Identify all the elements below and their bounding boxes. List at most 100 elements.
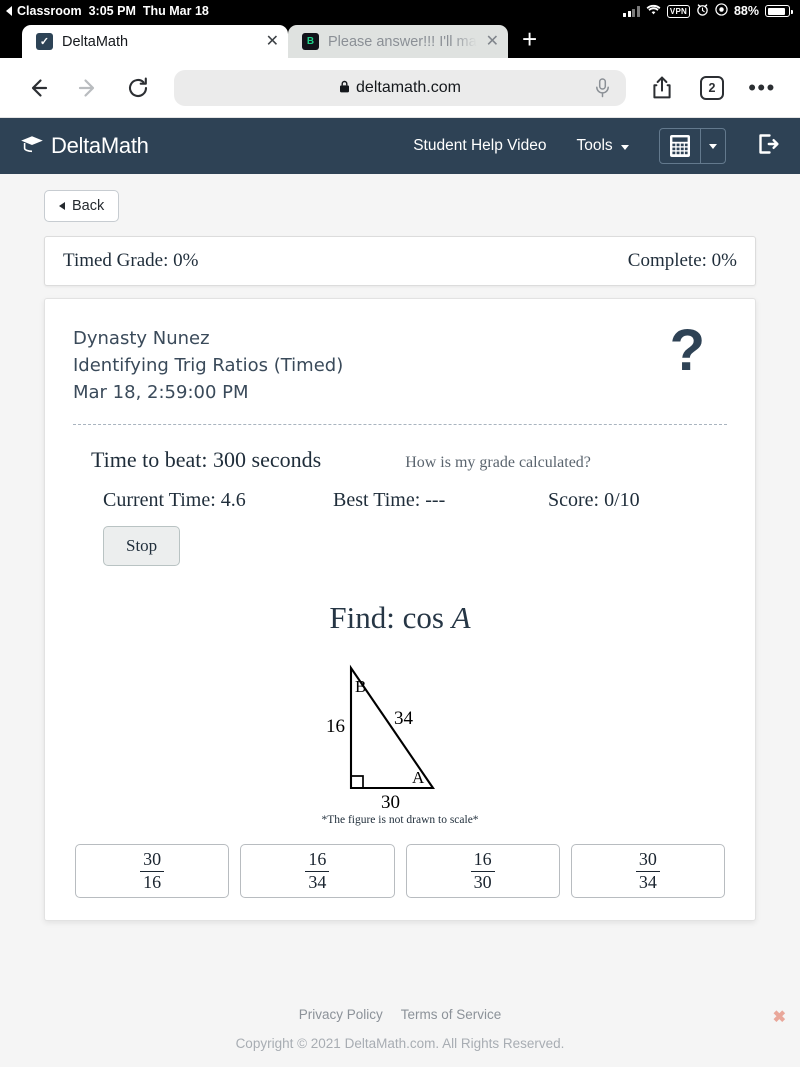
cellular-signal-icon <box>623 5 640 17</box>
answer-choice[interactable]: 16 34 <box>240 844 395 898</box>
svg-text:16: 16 <box>326 716 345 737</box>
scale-note: *The figure is not drawn to scale* <box>321 814 479 826</box>
triangle-figure: B A 16 34 30 <box>73 660 727 810</box>
new-tab-button[interactable]: + <box>508 26 551 54</box>
svg-text:30: 30 <box>381 792 400 810</box>
tab-deltamath[interactable]: ✓ DeltaMath ✕ <box>22 25 288 58</box>
chevron-down-icon <box>621 145 629 150</box>
tools-menu[interactable]: Tools <box>576 137 629 155</box>
prompt-variable: A <box>451 600 471 635</box>
url-text-group: deltamath.com <box>339 79 461 97</box>
content-container: Back Timed Grade: 0% Complete: 0% Dynast… <box>0 174 800 921</box>
alarm-icon <box>696 3 709 19</box>
more-dots: ••• <box>748 74 776 100</box>
tab-count-label: 2 <box>700 75 724 100</box>
deltamath-navbar: DeltaMath Student Help Video Tools <box>0 118 800 174</box>
answer-choice[interactable]: 30 34 <box>570 844 725 898</box>
battery-icon <box>765 5 793 17</box>
fraction-denominator: 30 <box>470 870 495 893</box>
timed-grade-label: Timed Grade: 0% <box>63 250 199 271</box>
browser-toolbar: deltamath.com 2 ••• <box>0 58 800 118</box>
logout-icon[interactable] <box>756 132 780 161</box>
status-bar-time: 3:05 PM <box>88 4 136 18</box>
time-to-beat-label: Time to beat: 300 seconds <box>91 447 322 472</box>
grade-summary-bar: Timed Grade: 0% Complete: 0% <box>44 236 756 286</box>
time-to-beat-row: Time to beat: 300 seconds How is my grad… <box>73 425 727 473</box>
fraction-numerator: 30 <box>143 849 162 870</box>
reload-icon[interactable] <box>118 68 158 108</box>
page-footer: Privacy Policy Terms of Service Copyrigh… <box>0 1007 800 1067</box>
fraction-numerator: 30 <box>638 849 657 870</box>
tab-close-icon[interactable]: ✕ <box>266 33 279 50</box>
assignment-meta: Dynasty Nunez Identifying Trig Ratios (T… <box>73 325 343 406</box>
chevron-left-icon <box>59 202 65 210</box>
answer-choice[interactable]: 30 16 <box>75 844 230 898</box>
battery-percent: 88% <box>733 4 759 18</box>
svg-text:A: A <box>412 768 425 787</box>
card-header: Dynasty Nunez Identifying Trig Ratios (T… <box>73 321 727 406</box>
svg-text:B: B <box>355 677 366 696</box>
calculator-button-group[interactable] <box>659 128 726 164</box>
ios-status-bar: Classroom 3:05 PM Thu Mar 18 VPN 88% <box>0 0 800 22</box>
browser-tab-strip: ✓ DeltaMath ✕ B Please answer!!! I'll ma… <box>0 22 800 58</box>
fraction-denominator: 34 <box>635 870 660 893</box>
problem-card: Dynasty Nunez Identifying Trig Ratios (T… <box>44 298 756 921</box>
vpn-badge: VPN <box>666 4 690 18</box>
student-help-video-link[interactable]: Student Help Video <box>413 137 546 155</box>
url-host: deltamath.com <box>356 78 461 96</box>
terms-of-service-link[interactable]: Terms of Service <box>401 1007 502 1022</box>
timer-stats: Time to beat: 300 seconds How is my grad… <box>73 425 727 566</box>
fraction-numerator: 16 <box>308 849 327 870</box>
times-row: Current Time: 4.6 Best Time: --- Score: … <box>73 473 727 512</box>
graduation-cap-icon <box>20 133 44 159</box>
brainly-favicon-icon: B <box>302 33 319 50</box>
fraction-numerator: 16 <box>473 849 492 870</box>
tab-close-icon[interactable]: ✕ <box>486 33 499 50</box>
privacy-policy-link[interactable]: Privacy Policy <box>299 1007 383 1022</box>
navbar-links: Student Help Video Tools <box>413 128 780 164</box>
help-question-mark-icon[interactable]: ? <box>670 321 727 379</box>
tools-label: Tools <box>576 137 613 154</box>
back-to-app-icon[interactable] <box>6 6 12 16</box>
back-to-app-label[interactable]: Classroom <box>17 4 82 18</box>
complete-label: Complete: 0% <box>627 250 737 271</box>
close-icon[interactable]: ✖ <box>773 1007 786 1027</box>
answer-choices: 30 16 16 34 16 30 30 34 <box>73 844 727 898</box>
tab-title: Please answer!!! I'll make <box>328 33 477 50</box>
tab-brainly[interactable]: B Please answer!!! I'll make ✕ <box>288 25 508 58</box>
calculator-icon[interactable] <box>660 129 700 163</box>
best-time-label: Best Time: --- <box>333 489 446 511</box>
deltamath-logo[interactable]: DeltaMath <box>20 133 149 159</box>
wifi-icon <box>646 4 661 19</box>
fraction-denominator: 34 <box>305 870 330 893</box>
answer-choice[interactable]: 16 30 <box>405 844 560 898</box>
tab-overview-button[interactable]: 2 <box>692 68 732 108</box>
fraction: 16 30 <box>470 849 495 893</box>
more-options-icon[interactable]: ••• <box>742 68 782 108</box>
fraction: 30 16 <box>140 849 165 893</box>
microphone-icon[interactable] <box>595 77 610 98</box>
address-bar[interactable]: deltamath.com <box>174 69 626 106</box>
prompt-text: Find: cos <box>329 600 444 635</box>
fraction: 30 34 <box>635 849 660 893</box>
focus-mode-icon <box>715 3 728 19</box>
svg-text:34: 34 <box>394 708 414 729</box>
score-label: Score: 0/10 <box>548 489 640 511</box>
assignment-timestamp: Mar 18, 2:59:00 PM <box>73 382 249 403</box>
calculator-dropdown-toggle[interactable] <box>700 129 725 163</box>
lock-icon <box>339 80 350 96</box>
fraction-denominator: 16 <box>140 870 165 893</box>
brand-name: DeltaMath <box>51 133 149 158</box>
page-body: Back Timed Grade: 0% Complete: 0% Dynast… <box>0 174 800 1067</box>
back-arrow-icon[interactable] <box>18 68 58 108</box>
copyright-text: Copyright © 2021 DeltaMath.com. All Righ… <box>235 1036 565 1051</box>
share-icon[interactable] <box>642 68 682 108</box>
stop-button[interactable]: Stop <box>103 526 181 566</box>
back-button[interactable]: Back <box>44 190 120 222</box>
status-bar-right: VPN 88% <box>623 3 793 19</box>
deltamath-favicon-icon: ✓ <box>36 33 53 50</box>
how-graded-link[interactable]: How is my grade calculated? <box>405 454 591 472</box>
student-name: Dynasty Nunez <box>73 328 210 349</box>
chevron-down-icon <box>709 143 717 149</box>
question-prompt: Find: cos A <box>73 600 727 636</box>
